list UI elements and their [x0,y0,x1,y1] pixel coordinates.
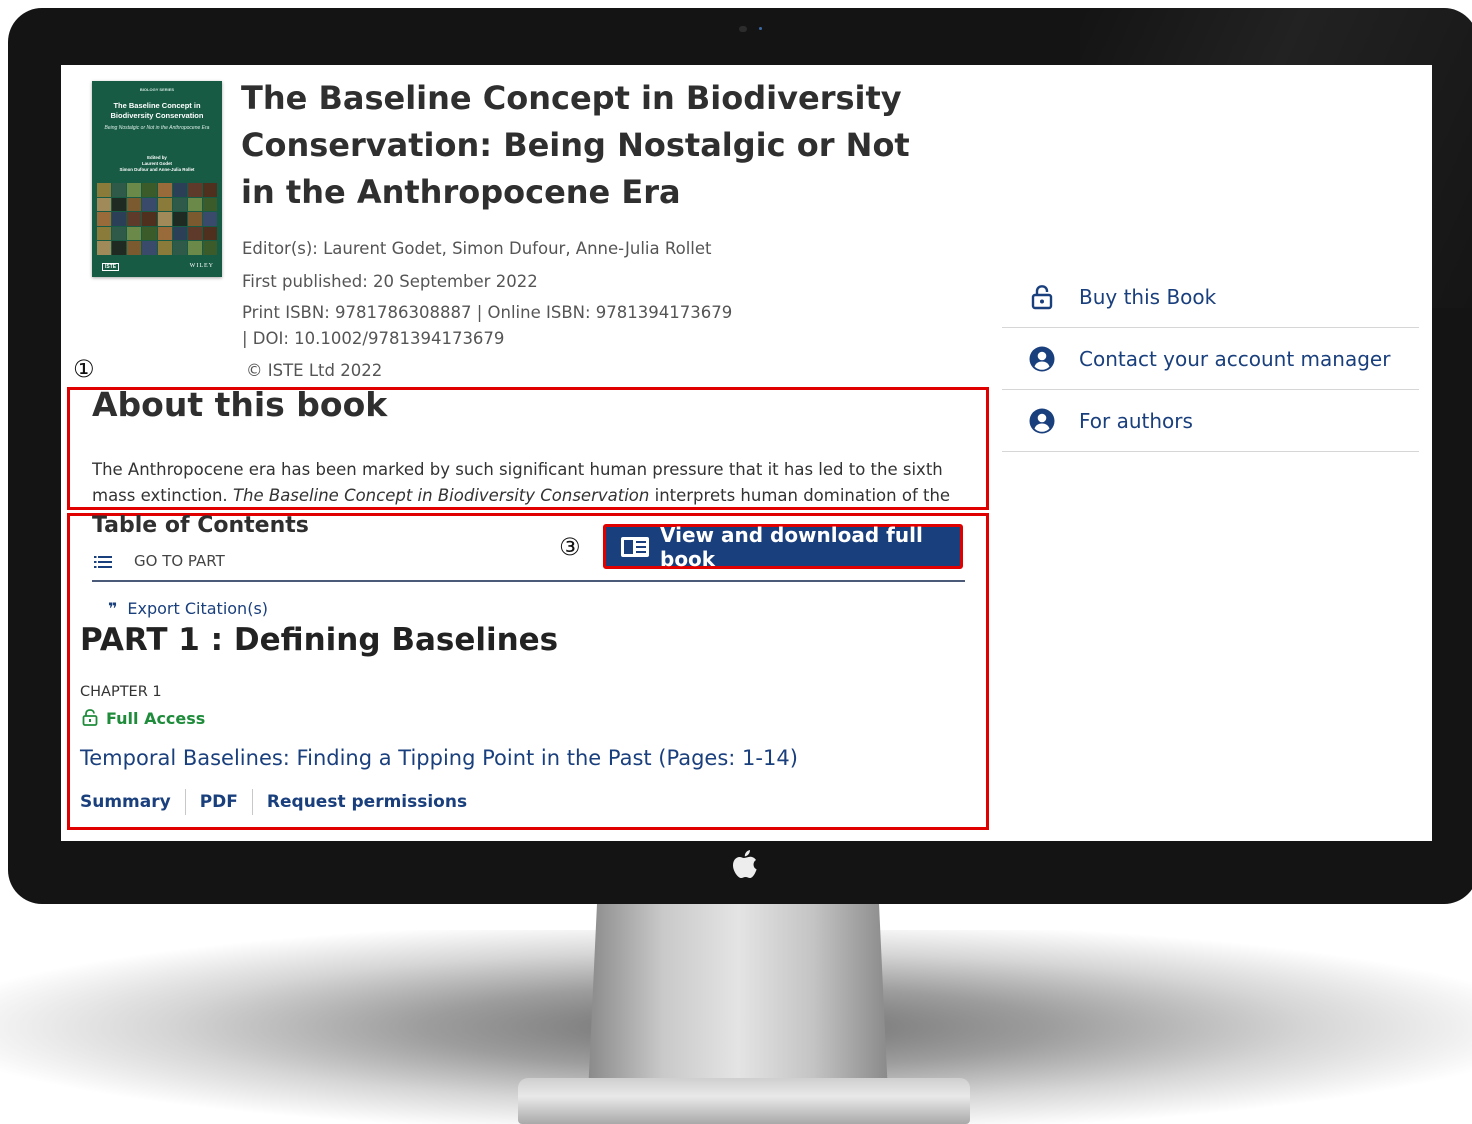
cover-mosaic-tile [112,183,127,197]
full-access-label: Full Access [106,709,206,728]
cover-editor-names: Laurent Godet Simon Dufour and Anne-Juli… [119,161,195,172]
book-isbn: Print ISBN: 9781786308887 | Online ISBN:… [242,303,733,322]
view-download-full-book-button[interactable]: View and download full book [603,522,963,571]
cover-photo-mosaic [97,183,217,255]
camera-icon [739,26,747,32]
summary-link[interactable]: Summary [80,789,185,815]
sidebar-item-label: For authors [1079,408,1193,433]
book-editors: Editor(s): Laurent Godet, Simon Dufour, … [242,239,712,258]
monitor-stand-base [518,1078,970,1124]
cover-mosaic-tile [142,241,157,255]
cover-mosaic-tile [142,183,157,197]
download-button-label: View and download full book [660,522,923,571]
cover-mosaic-tile [97,183,112,197]
toc-heading: Table of Contents [92,513,309,538]
quote-icon: ❞ [108,599,118,618]
cover-mosaic-tile [187,226,202,241]
cover-series-label: BIOLOGY SERIES [139,87,175,92]
callout-number-3: ③ [559,533,581,561]
sidebar-item-label: Buy this Book [1079,284,1217,309]
go-to-part-dropdown[interactable]: GO TO PART [94,552,225,570]
callout-number-1: ① [73,355,95,383]
cover-publisher-iste: ISTE [102,263,120,271]
cover-mosaic-tile [172,212,187,226]
apple-logo-icon [733,850,757,879]
cover-mosaic-tile [172,197,187,212]
cover-mosaic-tile [127,226,142,241]
cover-title: The Baseline Concept in Biodiversity Con… [110,101,204,120]
cover-mosaic-tile [157,226,172,241]
cover-mosaic-tile [202,226,217,241]
cover-mosaic-tile [202,197,217,212]
book-cover-image[interactable]: BIOLOGY SERIES The Baseline Concept in B… [92,81,222,277]
request-permissions-link[interactable]: Request permissions [251,789,481,815]
go-to-part-label: GO TO PART [134,552,225,570]
cover-mosaic-tile [112,241,127,255]
cover-mosaic-tile [202,241,217,255]
chapter-actions: Summary PDF Request permissions [80,789,481,815]
user-circle-icon [1029,346,1055,371]
cover-mosaic-tile [112,212,127,226]
cover-mosaic-tile [127,212,142,226]
book-title: The Baseline Concept in Biodiversity Con… [241,79,910,211]
cover-mosaic-tile [112,197,127,212]
cover-mosaic-tile [172,241,187,255]
cover-mosaic-tile [157,241,172,255]
cover-publisher-wiley: WILEY [189,263,214,269]
cover-mosaic-tile [187,197,202,212]
cover-mosaic-tile [97,226,112,241]
chapter-label: CHAPTER 1 [80,684,162,700]
sidebar-item-buy-book[interactable]: Buy this Book [1002,266,1419,328]
sidebar-item-label: Contact your account manager [1079,346,1391,371]
cover-mosaic-tile [187,241,202,255]
cover-mosaic-tile [127,241,142,255]
about-text-book-title: The Baseline Concept in Biodiversity Con… [232,486,650,505]
cover-mosaic-tile [142,226,157,241]
unlock-icon [82,709,98,726]
book-doi: | DOI: 10.1002/9781394173679 [242,329,505,348]
pdf-link[interactable]: PDF [184,789,252,815]
book-reader-icon [621,536,649,557]
cover-mosaic-tile [187,212,202,226]
cover-mosaic-tile [127,197,142,212]
cover-mosaic-tile [127,183,142,197]
cover-mosaic-tile [157,212,172,226]
cover-mosaic-tile [142,212,157,226]
cover-mosaic-tile [202,183,217,197]
cover-mosaic-tile [142,197,157,212]
book-first-published: First published: 20 September 2022 [242,272,538,291]
monitor-stand-neck [588,904,888,1094]
cover-mosaic-tile [157,197,172,212]
user-circle-icon [1029,408,1055,433]
sidebar: Buy this Book Contact your account manag… [1002,266,1419,452]
cover-mosaic-tile [112,226,127,241]
sidebar-item-account-manager[interactable]: Contact your account manager [1002,328,1419,390]
screen: BIOLOGY SERIES The Baseline Concept in B… [61,65,1432,841]
camera-light [759,27,762,30]
sidebar-item-for-authors[interactable]: For authors [1002,390,1419,452]
toc-divider [92,580,965,582]
about-text-continued: interprets human domination of the [649,486,951,505]
cover-mosaic-tile [202,212,217,226]
unlock-icon [1031,284,1053,309]
book-copyright: © ISTE Ltd 2022 [246,361,383,380]
full-access-badge: Full Access [82,709,205,728]
cover-mosaic-tile [97,212,112,226]
chapter-title-link[interactable]: Temporal Baselines: Finding a Tipping Po… [80,746,798,770]
cover-editors: Edited by Laurent Godet Simon Dufour and… [96,155,218,173]
export-citation-label: Export Citation(s) [127,599,269,618]
cover-mosaic-tile [172,226,187,241]
about-text: The Anthropocene era has been marked by … [92,457,972,507]
cover-mosaic-tile [157,183,172,197]
cover-mosaic-tile [97,241,112,255]
part-heading: PART 1 : Defining Baselines [80,622,559,658]
cover-subtitle: Being Nostalgic or Not in the Anthropoce… [104,125,210,131]
cover-mosaic-tile [187,183,202,197]
list-icon [94,555,112,568]
cover-mosaic-tile [97,197,112,212]
about-heading: About this book [92,385,388,424]
export-citation-link[interactable]: ❞ Export Citation(s) [108,599,268,618]
cover-mosaic-tile [172,183,187,197]
